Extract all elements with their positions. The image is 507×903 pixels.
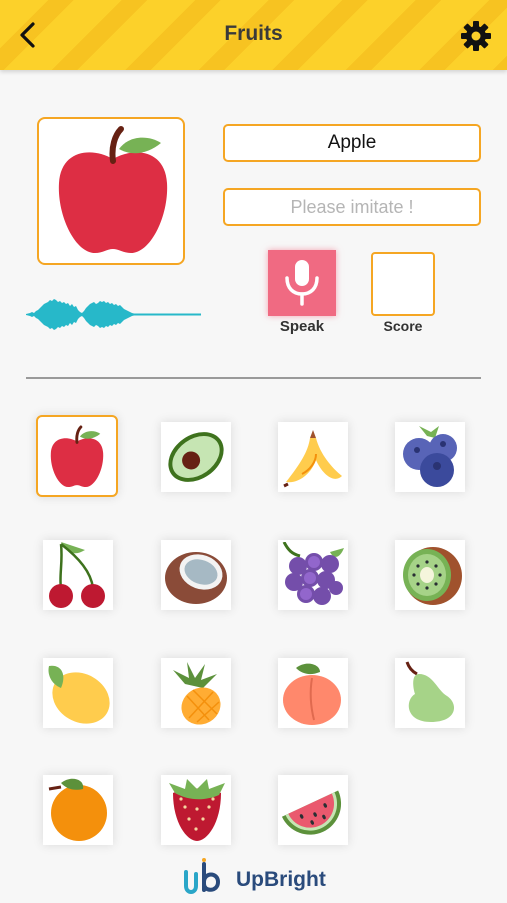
pineapple-icon <box>173 662 221 725</box>
apple-icon <box>58 126 168 253</box>
coconut-icon <box>165 552 227 604</box>
fruit-tile-apple[interactable] <box>36 415 118 497</box>
kiwi-icon <box>403 547 462 605</box>
brand-logo: UpBright <box>182 858 326 898</box>
peach-icon <box>283 663 341 725</box>
fruit-tile-pear[interactable] <box>395 658 465 728</box>
fruit-tile-pineapple[interactable] <box>161 658 231 728</box>
fruit-tile-cherries[interactable] <box>43 540 113 610</box>
avocado-icon <box>168 432 224 482</box>
fruit-tile-grapes[interactable] <box>278 540 348 610</box>
word-display: Apple <box>223 124 481 162</box>
blueberries-icon <box>403 426 457 487</box>
watermelon-icon <box>281 790 342 835</box>
fruit-tile-strawberry[interactable] <box>161 775 231 845</box>
banana-icon <box>283 430 342 488</box>
fruit-tile-orange[interactable] <box>43 775 113 845</box>
current-fruit-image <box>37 117 185 265</box>
orange-icon <box>48 778 107 841</box>
score-label: Score <box>383 318 423 334</box>
imitate-field: Please imitate ! <box>223 188 481 226</box>
page-title: Fruits <box>224 22 283 45</box>
audio-waveform <box>26 299 201 330</box>
brand-name: UpBright <box>236 868 326 891</box>
apple-icon <box>50 425 104 488</box>
header-bar: Fruits <box>0 0 507 70</box>
fruit-tile-watermelon[interactable] <box>278 775 348 845</box>
speak-button[interactable] <box>268 250 336 316</box>
strawberry-icon <box>169 779 225 841</box>
pear-icon <box>405 661 455 722</box>
fruit-tile-banana[interactable] <box>278 422 348 492</box>
fruit-tile-peach[interactable] <box>278 658 348 728</box>
fruit-tile-coconut[interactable] <box>161 540 231 610</box>
lemon-icon <box>48 665 110 724</box>
speak-label: Speak <box>279 318 325 335</box>
fruit-tile-blueberries[interactable] <box>395 422 465 492</box>
cherries-icon <box>49 542 105 608</box>
microphone-icon <box>285 260 319 306</box>
upbright-logo-icon <box>184 858 221 894</box>
score-display <box>371 252 435 316</box>
fruit-tile-avocado[interactable] <box>161 422 231 492</box>
fruit-tile-lemon[interactable] <box>43 658 113 728</box>
grapes-icon <box>282 542 344 605</box>
settings-button[interactable] <box>460 20 492 52</box>
gear-icon <box>461 21 491 51</box>
fruit-tile-kiwi[interactable] <box>395 540 465 610</box>
divider <box>26 377 481 379</box>
